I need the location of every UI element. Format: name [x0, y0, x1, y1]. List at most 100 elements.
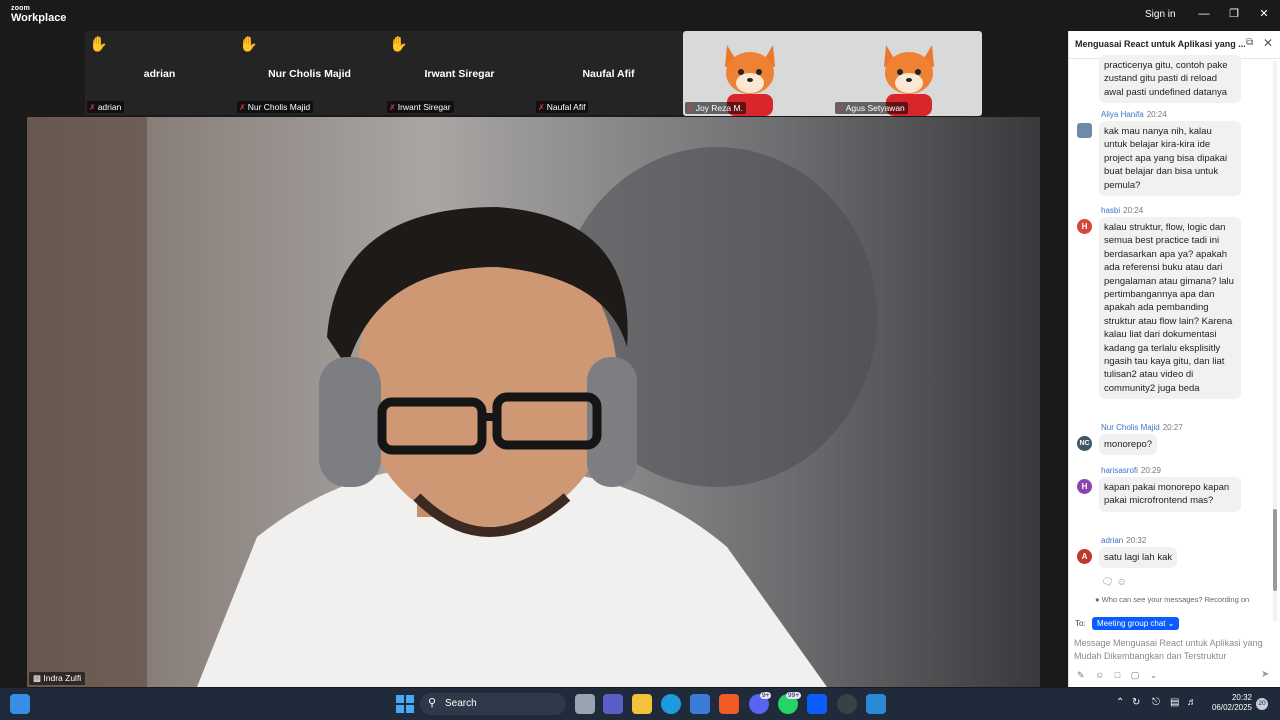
format-icon[interactable]: ✎: [1077, 670, 1085, 680]
nametag-label: adrian: [97, 102, 122, 112]
vscode-icon[interactable]: [866, 694, 886, 714]
sender-name[interactable]: Nur Cholis Majid: [1101, 423, 1160, 432]
chat-message-bubble: kak mau nanya nih, kalau untuk belajar k…: [1099, 121, 1241, 197]
privacy-icon: ●: [1095, 595, 1100, 604]
logo-zoom-text: zoom: [11, 5, 31, 12]
compose-toolbar: ✎ ☺ □ ▢ ⌄: [1077, 670, 1165, 681]
minimize-icon[interactable]: —: [1196, 6, 1212, 22]
chat-message-header: harisasrofi 20:29: [1101, 466, 1161, 475]
avatar[interactable]: H: [1077, 479, 1092, 494]
nametag-label: Joy Reza M.: [695, 103, 743, 113]
edge-icon[interactable]: [661, 694, 681, 714]
participant-nametag: ✗ adrian: [87, 101, 125, 113]
emoji-icon[interactable]: ☺: [1095, 670, 1104, 680]
maximize-icon[interactable]: ❐: [1226, 6, 1242, 22]
chat-panel: Menguasai React untuk Aplikasi yang ... …: [1068, 31, 1280, 687]
participant-name: Naufal Afif: [582, 68, 635, 80]
send-icon[interactable]: ➤: [1261, 669, 1269, 680]
participant-tile[interactable]: Naufal Afif ✗ Naufal Afif: [534, 31, 683, 115]
message-input[interactable]: Message Menguasai React untuk Aplikasi y…: [1074, 637, 1274, 663]
sender-name[interactable]: adrian: [1101, 536, 1123, 545]
participant-name: Nur Cholis Majid: [268, 68, 351, 80]
store-icon[interactable]: [690, 694, 710, 714]
widgets-icon[interactable]: [10, 694, 30, 714]
nametag-label: Irwant Siregar: [397, 102, 451, 112]
avatar[interactable]: NC: [1077, 436, 1092, 451]
reply-icon[interactable]: 🗨: [1101, 577, 1114, 588]
volume-icon[interactable]: ♬: [1187, 697, 1197, 708]
participant-name: adrian: [143, 68, 176, 80]
message-time: 20:32: [1126, 536, 1147, 545]
participant-tile[interactable]: ✋ adrian ✗ adrian: [85, 31, 234, 115]
search-icon: ⚲: [428, 697, 437, 709]
chat-scroll-thumb[interactable]: [1273, 509, 1277, 591]
participant-nametag: ✗ Joy Reza M.: [685, 102, 746, 114]
avatar[interactable]: H: [1077, 219, 1092, 234]
nametag-label: Naufal Afif: [546, 102, 586, 112]
file-explorer-icon[interactable]: [632, 694, 652, 714]
speaker-nametag: ▩ Indra Zulfi: [29, 672, 86, 685]
microphone-icon[interactable]: ⎋: [1152, 697, 1160, 708]
privacy-notice[interactable]: ● Who can see your messages? Recording o…: [1095, 595, 1249, 604]
chrome-icon[interactable]: [837, 694, 857, 714]
zoom-taskbar-icon[interactable]: [807, 694, 827, 714]
raised-hand-icon: ✋: [389, 36, 408, 53]
mic-muted-icon: ✗: [837, 104, 844, 113]
privacy-text: Who can see your messages? Recording on: [1101, 595, 1250, 604]
task-view-icon[interactable]: [575, 694, 595, 714]
brave-icon[interactable]: [719, 694, 739, 714]
recipient-dropdown[interactable]: Meeting group chat ⌄: [1092, 617, 1180, 630]
avatar[interactable]: [1077, 123, 1092, 138]
participant-nametag: ✗ Nur Cholis Majid: [237, 101, 314, 113]
zoom-logo: zoom Workplace: [11, 5, 66, 24]
system-clock[interactable]: 20:32 06/02/2025: [1210, 693, 1252, 713]
sender-name[interactable]: Aliya Hanifa: [1101, 110, 1144, 119]
speaker-video-frame: [27, 117, 1040, 687]
active-speaker-video[interactable]: ▩ Indra Zulfi: [27, 117, 1040, 687]
raised-hand-icon: ✋: [239, 36, 258, 53]
signal-bars-icon: ▩: [33, 673, 42, 683]
teams-icon[interactable]: [603, 694, 623, 714]
more-icon[interactable]: ⌄: [1150, 670, 1158, 680]
sender-name[interactable]: harisasrofi: [1101, 466, 1138, 475]
whatsapp-badge: 99+: [786, 692, 802, 699]
screenshot-icon[interactable]: ▢: [1131, 670, 1140, 680]
raised-hand-icon: ✋: [89, 36, 108, 53]
mic-muted-icon: ✗: [239, 103, 246, 112]
logo-workplace-text: Workplace: [11, 12, 67, 24]
emoji-reaction-icon[interactable]: ☺: [1116, 577, 1126, 588]
sync-icon[interactable]: ↻: [1132, 697, 1140, 708]
message-time: 20:27: [1162, 423, 1183, 432]
chat-message-header: hasbi 20:24: [1101, 206, 1143, 215]
chevron-up-icon[interactable]: ⌃: [1116, 697, 1124, 708]
chat-message-header: Nur Cholis Majid 20:27: [1101, 423, 1183, 432]
participant-name: Irwant Siregar: [424, 68, 495, 80]
avatar[interactable]: A: [1077, 549, 1092, 564]
popout-icon[interactable]: ⧉: [1246, 37, 1253, 48]
sign-in-link[interactable]: Sign in: [1145, 9, 1176, 20]
participant-tile[interactable]: ✋ Irwant Siregar ✗ Irwant Siregar: [385, 31, 534, 115]
participant-tile[interactable]: ✋ Nur Cholis Majid ✗ Nur Cholis Majid: [235, 31, 384, 115]
mic-muted-icon: ✗: [89, 103, 96, 112]
message-time: 20:24: [1123, 206, 1144, 215]
chat-message-bubble: kapan pakai monorepo kapan pakai microfr…: [1099, 477, 1241, 512]
network-icon[interactable]: ▤: [1170, 697, 1179, 708]
notification-badge[interactable]: 20: [1256, 698, 1268, 710]
clock-date: 06/02/2025: [1211, 703, 1252, 712]
chat-message-bubble: practicenya gitu, contoh pake zustand gi…: [1099, 55, 1241, 104]
participant-gallery: ✋ adrian ✗ adrian ✋ Nur Cholis Majid ✗ Nur…: [85, 31, 683, 115]
message-reactions: 🗨 ☺: [1101, 577, 1127, 588]
file-icon[interactable]: □: [1115, 670, 1120, 680]
mic-muted-icon: ✗: [389, 103, 396, 112]
clock-time: 20:32: [1231, 693, 1252, 702]
start-icon[interactable]: [395, 694, 415, 714]
avatar-video-panel[interactable]: ✗ Joy Reza M. ✗ Agus Setyawan: [683, 31, 982, 116]
recipient-label: To:: [1075, 619, 1086, 628]
close-window-icon[interactable]: ✕: [1256, 6, 1272, 22]
message-time: 20:24: [1146, 110, 1167, 119]
title-bar: zoom Workplace: [0, 0, 1068, 30]
sender-name[interactable]: hasbi: [1101, 206, 1120, 215]
close-icon[interactable]: ✕: [1263, 36, 1273, 50]
participant-nametag: ✗ Agus Setyawan: [835, 102, 908, 114]
taskbar-search[interactable]: ⚲ Search: [420, 693, 566, 715]
